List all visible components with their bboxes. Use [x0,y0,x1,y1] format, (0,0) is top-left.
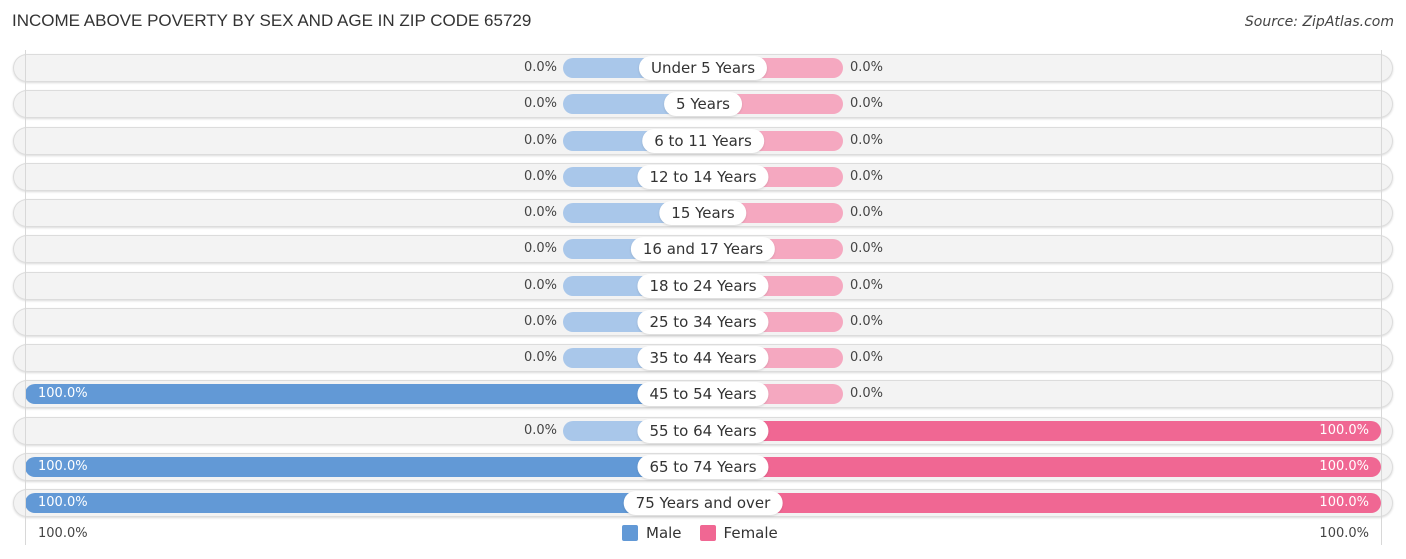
female-value-label: 100.0% [1319,459,1369,474]
female-value-label: 0.0% [850,386,884,401]
male-value-label: 0.0% [523,96,557,111]
male-value-label: 0.0% [523,169,557,184]
male-value-label: 100.0% [38,386,88,401]
category-label: Under 5 Years [638,56,768,80]
legend: Male Female [622,524,788,542]
right-guide-line [1381,50,1382,545]
male-value-label: 100.0% [38,459,88,474]
female-value-label: 100.0% [1319,423,1369,438]
male-value-label: 0.0% [523,350,557,365]
legend-label-male: Male [646,524,682,542]
left-guide-line [25,50,26,545]
male-value-label: 0.0% [523,278,557,293]
axis-label-left: 100.0% [38,526,88,541]
male-value-label: 0.0% [523,60,557,75]
female-value-label: 0.0% [850,169,884,184]
legend-item-female[interactable]: Female [699,524,778,542]
axis-label-right: 100.0% [1319,526,1369,541]
female-value-label: 0.0% [850,278,884,293]
female-value-label: 0.0% [850,350,884,365]
category-label: 65 to 74 Years [637,455,769,479]
male-bar[interactable] [25,493,703,513]
category-label: 15 Years [659,201,747,225]
female-value-label: 0.0% [850,205,884,220]
category-label: 5 Years [664,92,742,116]
male-value-label: 0.0% [523,241,557,256]
female-value-label: 100.0% [1319,495,1369,510]
male-value-label: 100.0% [38,495,88,510]
category-label: 75 Years and over [623,491,783,515]
female-bar[interactable] [703,493,1381,513]
category-label: 25 to 34 Years [637,310,769,334]
male-value-label: 0.0% [523,205,557,220]
male-bar[interactable] [25,457,703,477]
male-value-label: 0.0% [523,423,557,438]
legend-label-female: Female [723,524,778,542]
female-value-label: 0.0% [850,60,884,75]
legend-swatch-male [622,525,638,541]
female-value-label: 0.0% [850,314,884,329]
legend-item-male[interactable]: Male [622,524,682,542]
male-value-label: 0.0% [523,133,557,148]
female-value-label: 0.0% [850,96,884,111]
female-value-label: 0.0% [850,241,884,256]
category-label: 12 to 14 Years [637,165,769,189]
category-label: 18 to 24 Years [637,274,769,298]
legend-swatch-female [699,525,716,541]
female-bar[interactable] [703,457,1381,477]
female-bar[interactable] [703,421,1381,441]
male-bar[interactable] [25,384,703,404]
male-value-label: 0.0% [523,314,557,329]
female-value-label: 0.0% [850,133,884,148]
category-label: 6 to 11 Years [642,129,764,153]
chart-area: 0.0% 0.0% Under 5 Years 0.0% 0.0% 5 Years 0.0%… [0,0,1406,559]
category-label: 16 and 17 Years [630,237,776,261]
category-label: 55 to 64 Years [637,419,769,443]
category-label: 35 to 44 Years [637,346,769,370]
category-label: 45 to 54 Years [637,382,769,406]
